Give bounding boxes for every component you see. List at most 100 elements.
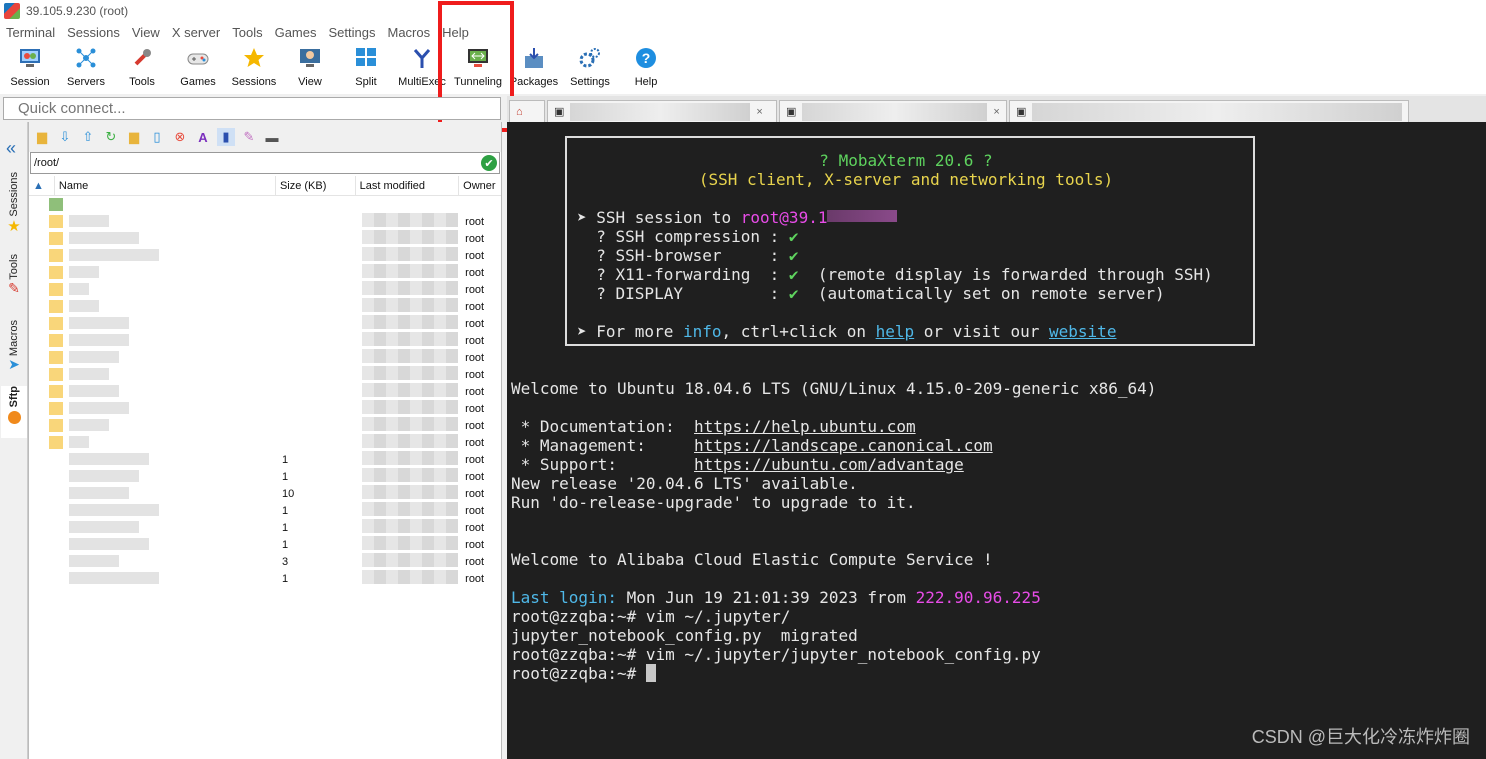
file-owner: root	[465, 436, 485, 449]
col-owner[interactable]: Owner	[459, 176, 501, 196]
table-row[interactable]: root	[29, 434, 501, 451]
terminal-output[interactable]: ? MobaXterm 20.6 ? (SSH client, X-server …	[511, 132, 1481, 721]
table-row[interactable]: 1 root	[29, 570, 501, 587]
close-icon[interactable]: ×	[756, 106, 762, 118]
table-row[interactable]: root	[29, 315, 501, 332]
folder-icon	[49, 436, 63, 449]
folder-icon	[49, 351, 63, 364]
menu-terminal[interactable]: Terminal	[0, 25, 61, 40]
menu-x-server[interactable]: X server	[166, 25, 226, 40]
table-row[interactable]: root	[29, 230, 501, 247]
terminal-follow-icon[interactable]: ▬	[263, 128, 281, 146]
menu-macros[interactable]: Macros	[381, 25, 436, 40]
file-owner: root	[465, 521, 485, 534]
home-tab[interactable]: ⌂	[509, 100, 545, 122]
split-icon	[354, 46, 378, 70]
banner-title: ? MobaXterm 20.6 ?	[819, 151, 993, 170]
redacted-name	[69, 317, 129, 329]
table-row[interactable]: root	[29, 264, 501, 281]
redacted-name	[69, 521, 139, 533]
rename-icon[interactable]: A	[194, 128, 212, 146]
main-toolbar: Session Servers Tools Games Sessions Vie…	[0, 42, 1486, 94]
tunneling-button[interactable]: Tunneling	[450, 42, 506, 94]
menu-settings[interactable]: Settings	[323, 25, 382, 40]
upload-icon[interactable]: ⇧	[79, 128, 97, 146]
table-row[interactable]: root	[29, 349, 501, 366]
table-row[interactable]: root	[29, 366, 501, 383]
file-owner: root	[465, 249, 485, 262]
help-button[interactable]: ? Help	[618, 42, 674, 94]
terminal-icon: ▣	[1016, 106, 1027, 118]
table-row[interactable]: root	[29, 247, 501, 264]
menu-games[interactable]: Games	[269, 25, 323, 40]
quick-connect-input[interactable]	[3, 97, 501, 120]
table-row[interactable]: root	[29, 332, 501, 349]
table-row[interactable]: 1 root	[29, 451, 501, 468]
side-tab-macros[interactable]: Macros ➤	[1, 320, 27, 373]
close-icon[interactable]: ×	[993, 106, 999, 118]
new-file-icon[interactable]: ▯	[148, 128, 166, 146]
settings-button[interactable]: Settings	[562, 42, 618, 94]
delete-icon[interactable]: ⊗	[171, 128, 189, 146]
file-owner: root	[465, 572, 485, 585]
table-row[interactable]: root	[29, 298, 501, 315]
table-row[interactable]: root	[29, 417, 501, 434]
file-name	[29, 383, 276, 400]
menu-help[interactable]: Help	[436, 25, 475, 40]
multiexec-button[interactable]: MultiExec	[394, 42, 450, 94]
title-bar: 39.105.9.230 (root)	[0, 0, 1486, 22]
menu-view[interactable]: View	[126, 25, 166, 40]
sftp-path-bar[interactable]: /root/ ✔	[30, 152, 500, 174]
sort-up-icon[interactable]: ▲	[29, 175, 55, 196]
session-tab-1[interactable]: ▣ ×	[547, 100, 777, 122]
menu-sessions[interactable]: Sessions	[61, 25, 126, 40]
view-button[interactable]: View	[282, 42, 338, 94]
properties-icon[interactable]: ▮	[217, 128, 235, 146]
file-owner: root	[465, 453, 485, 466]
refresh-icon[interactable]: ↻	[102, 128, 120, 146]
file-modified	[356, 264, 462, 281]
col-size[interactable]: Size (KB)	[276, 175, 356, 196]
paper-plane-icon: ➤	[8, 356, 20, 373]
session-tab-3[interactable]: ▣	[1009, 100, 1409, 122]
table-row[interactable]: root	[29, 383, 501, 400]
tools-button[interactable]: Tools	[114, 42, 170, 94]
file-modified	[356, 468, 462, 485]
gear-icon	[578, 46, 602, 70]
side-tab-sessions[interactable]: Sessions ★	[1, 172, 27, 235]
col-name[interactable]: Name	[55, 175, 276, 196]
games-button[interactable]: Games	[170, 42, 226, 94]
file-name	[29, 230, 276, 247]
table-row[interactable]	[29, 196, 501, 213]
table-row[interactable]: 1 root	[29, 536, 501, 553]
side-tab-tools[interactable]: Tools ✎	[1, 254, 27, 297]
table-row[interactable]: 3 root	[29, 553, 501, 570]
file-name	[29, 298, 276, 315]
tools-icon: ✎	[8, 279, 20, 296]
redacted-name	[69, 538, 149, 550]
table-row[interactable]: root	[29, 213, 501, 230]
split-button[interactable]: Split	[338, 42, 394, 94]
packages-button[interactable]: Packages	[506, 42, 562, 94]
table-row[interactable]: root	[29, 400, 501, 417]
table-row[interactable]: 1 root	[29, 468, 501, 485]
session-button[interactable]: Session	[2, 42, 58, 94]
table-row[interactable]: root	[29, 281, 501, 298]
path-ok-icon[interactable]: ✔	[481, 155, 497, 171]
table-row[interactable]: 10 root	[29, 485, 501, 502]
servers-button[interactable]: Servers	[58, 42, 114, 94]
collapse-panel-icon[interactable]: «	[6, 138, 16, 159]
session-tab-2[interactable]: ▣ ×	[779, 100, 1007, 122]
download-icon[interactable]: ⇩	[56, 128, 74, 146]
file-modified	[356, 553, 462, 570]
menu-tools[interactable]: Tools	[226, 25, 268, 40]
new-folder-icon[interactable]: ▆	[125, 128, 143, 146]
col-modified[interactable]: Last modified	[356, 175, 460, 196]
open-folder-icon[interactable]: ▆	[33, 128, 51, 146]
sessions-button[interactable]: Sessions	[226, 42, 282, 94]
table-row[interactable]: 1 root	[29, 519, 501, 536]
permissions-icon[interactable]: ✎	[240, 128, 258, 146]
redacted-name	[69, 215, 109, 227]
side-tab-sftp[interactable]: Sftp	[1, 386, 27, 438]
table-row[interactable]: 1 root	[29, 502, 501, 519]
